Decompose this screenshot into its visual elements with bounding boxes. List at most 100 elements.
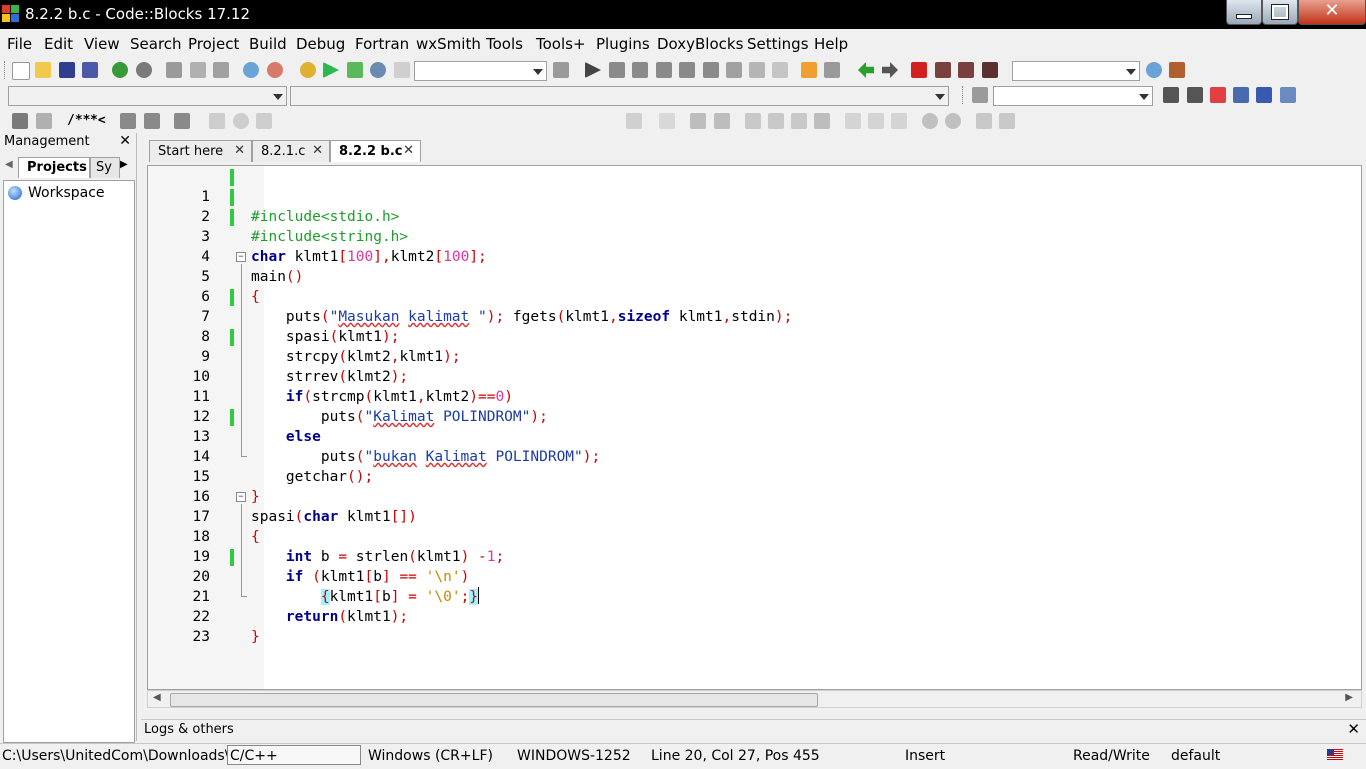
- close-icon[interactable]: ✕: [403, 143, 414, 158]
- search-text-combo[interactable]: [1012, 61, 1140, 81]
- wxsmith-pointer-icon[interactable]: [626, 113, 642, 129]
- wxsmith-resize-icon[interactable]: [891, 113, 907, 129]
- extract-docs-icon[interactable]: [36, 113, 52, 129]
- function-select[interactable]: [290, 86, 949, 106]
- search-settings-icon[interactable]: [1169, 62, 1185, 78]
- scope-select[interactable]: [8, 86, 287, 106]
- scroll-thumb[interactable]: [170, 693, 818, 707]
- cut-icon[interactable]: [166, 62, 182, 78]
- wxsmith-insert-before-icon[interactable]: [745, 113, 761, 129]
- thread-search-dot-icon[interactable]: [233, 113, 249, 129]
- close-button[interactable]: ✕: [1298, 0, 1366, 25]
- menu-plugins[interactable]: Plugins: [596, 35, 650, 53]
- stop-debug-icon[interactable]: [772, 62, 788, 78]
- run-chm-icon[interactable]: [144, 113, 160, 129]
- incremental-search-clear-icon[interactable]: [972, 87, 988, 103]
- tab-8-2-1-c[interactable]: 8.2.1.c ✕: [252, 140, 330, 162]
- paste-icon[interactable]: [213, 62, 229, 78]
- menu-edit[interactable]: Edit: [44, 35, 73, 53]
- block-comment-button[interactable]: /**: [67, 113, 90, 128]
- next-bookmark-icon[interactable]: [958, 62, 974, 78]
- thread-search-back-icon[interactable]: [209, 113, 225, 129]
- menu-tools[interactable]: Tools: [486, 35, 523, 53]
- menu-wxsmith[interactable]: wxSmith: [416, 35, 481, 53]
- copy-icon[interactable]: [190, 62, 206, 78]
- menu-search[interactable]: Search: [130, 35, 182, 53]
- toggle-bookmark-icon[interactable]: [911, 62, 927, 78]
- wxsmith-text-icon[interactable]: [714, 113, 730, 129]
- menu-project[interactable]: Project: [188, 35, 239, 53]
- redo-icon[interactable]: [136, 62, 152, 78]
- menu-build[interactable]: Build: [249, 35, 287, 53]
- clear-bookmarks-icon[interactable]: [982, 62, 998, 78]
- abort-icon[interactable]: [394, 62, 410, 78]
- symbol-s-icon[interactable]: [976, 113, 992, 129]
- fold-collapse-icon[interactable]: −: [236, 492, 246, 502]
- regex-icon[interactable]: [1280, 87, 1296, 103]
- scroll-left-icon[interactable]: ◀: [153, 692, 161, 703]
- step-into-instruction-icon[interactable]: [726, 62, 742, 78]
- debug-windows-icon[interactable]: [801, 62, 817, 78]
- wxsmith-quickprops-icon[interactable]: [868, 113, 884, 129]
- wxsmith-insert-into-icon[interactable]: [791, 113, 807, 129]
- search-next-icon[interactable]: [1187, 87, 1203, 103]
- wxsmith-delete-icon[interactable]: [814, 113, 830, 129]
- next-instruction-icon[interactable]: [703, 62, 719, 78]
- jump-forward-icon[interactable]: [882, 62, 898, 78]
- debug-continue-icon[interactable]: [585, 62, 601, 78]
- match-case-icon[interactable]: [1256, 87, 1272, 103]
- highlight-icon[interactable]: [1210, 87, 1226, 103]
- wxsmith-preview-icon[interactable]: [845, 113, 861, 129]
- tab-symbols[interactable]: Sy: [90, 157, 120, 178]
- zoom-out-icon[interactable]: [945, 113, 961, 129]
- close-icon[interactable]: ✕: [1347, 720, 1360, 738]
- open-file-icon[interactable]: [35, 62, 51, 78]
- run-to-cursor-icon[interactable]: [609, 62, 625, 78]
- menu-help[interactable]: Help: [814, 35, 848, 53]
- doxy-config-icon[interactable]: [174, 113, 190, 129]
- maximize-button[interactable]: [1262, 0, 1298, 25]
- wxsmith-insert-after-icon[interactable]: [768, 113, 784, 129]
- find-icon[interactable]: [243, 62, 259, 78]
- undo-icon[interactable]: [112, 62, 128, 78]
- debug-info-icon[interactable]: [824, 62, 840, 78]
- fold-collapse-icon[interactable]: −: [236, 252, 246, 262]
- zoom-in-icon[interactable]: [922, 113, 938, 129]
- close-icon[interactable]: ✕: [234, 143, 245, 158]
- thread-search-forward-icon[interactable]: [256, 113, 272, 129]
- next-line-icon[interactable]: [632, 62, 648, 78]
- minimize-button[interactable]: [1226, 0, 1262, 25]
- search-prev-icon[interactable]: [1163, 87, 1179, 103]
- tab-8-2-2-b-c[interactable]: 8.2.2 b.c ✕: [330, 140, 421, 162]
- rebuild-icon[interactable]: [370, 62, 386, 78]
- build-gear-icon[interactable]: [300, 62, 316, 78]
- run-html-icon[interactable]: [120, 113, 136, 129]
- selected-text-only-icon[interactable]: [1233, 87, 1249, 103]
- tab-start-here[interactable]: Start here ✕: [149, 140, 252, 162]
- search-go-icon[interactable]: [1146, 62, 1162, 78]
- close-icon[interactable]: ✕: [312, 143, 323, 158]
- jump-back-icon[interactable]: [858, 62, 874, 78]
- pause-icon[interactable]: [749, 62, 765, 78]
- build-target-select[interactable]: [414, 61, 547, 81]
- build-and-run-icon[interactable]: [347, 62, 363, 78]
- save-all-icon[interactable]: [82, 62, 98, 78]
- incremental-search-combo[interactable]: [993, 86, 1153, 106]
- prev-bookmark-icon[interactable]: [935, 62, 951, 78]
- tree-item-workspace[interactable]: Workspace: [28, 185, 105, 201]
- line-comment-button[interactable]: *<: [90, 113, 106, 128]
- menu-view[interactable]: View: [84, 35, 120, 53]
- wxsmith-image-icon[interactable]: [690, 113, 706, 129]
- code-editor[interactable]: 1 #include<stdio.h> 2 #include<string.h>…: [147, 165, 1362, 690]
- symbol-c-icon[interactable]: [999, 113, 1015, 129]
- close-icon[interactable]: ✕: [119, 133, 131, 149]
- doxywizard-icon[interactable]: [12, 113, 28, 129]
- step-into-icon[interactable]: [656, 62, 672, 78]
- new-file-icon[interactable]: [12, 62, 30, 80]
- tab-scroll-right-icon[interactable]: ▶: [120, 159, 128, 170]
- step-out-icon[interactable]: [679, 62, 695, 78]
- run-icon[interactable]: [323, 62, 339, 78]
- show-target-dialog-icon[interactable]: [553, 62, 569, 78]
- menu-tools-plus[interactable]: Tools+: [536, 35, 586, 53]
- menu-settings[interactable]: Settings: [747, 35, 809, 53]
